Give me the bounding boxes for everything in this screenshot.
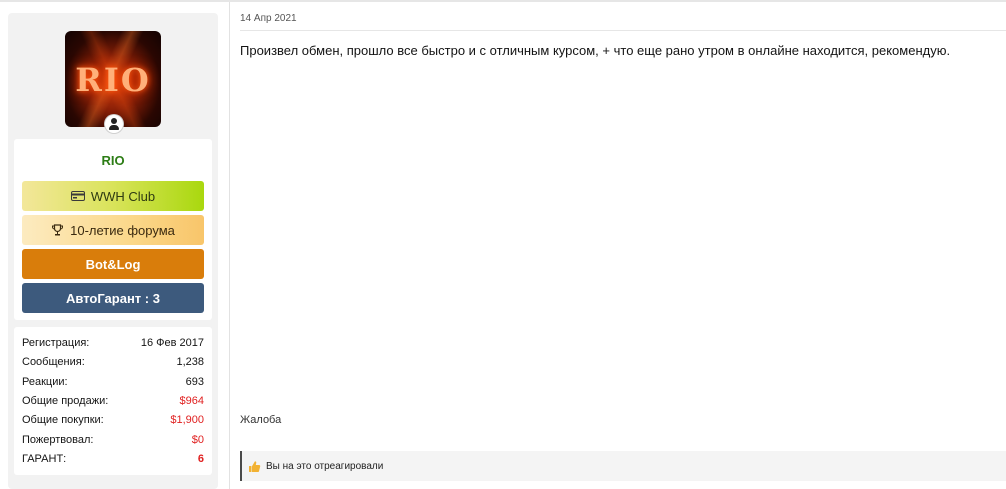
thumbs-up-icon (248, 460, 261, 473)
trophy-icon (51, 223, 64, 237)
stat-label: Регистрация: (22, 336, 90, 349)
avatar-logo: RIO (75, 61, 151, 99)
banner-label: Bot&Log (85, 256, 141, 272)
stat-value: 1,238 (176, 355, 204, 368)
avatar[interactable]: RIO (65, 31, 161, 127)
banner-label: 10-летие форума (70, 222, 175, 238)
stat-value: 16 Фев 2017 (140, 336, 204, 349)
banner-wwh-club: WWH Club (22, 181, 204, 211)
stat-value: $0 (191, 433, 204, 446)
stat-value: 693 (185, 375, 204, 388)
stat-total-sales: Общие продажи: $964 (22, 391, 204, 410)
reactions-text: Вы на это отреагировали (266, 460, 384, 472)
report-link[interactable]: Жалоба (240, 414, 281, 426)
column-divider (229, 2, 230, 489)
user-info-card: RIO WWH Club 10-летие форума Bot&Log Авт… (14, 139, 212, 320)
banner-botlog: Bot&Log (22, 249, 204, 279)
stat-label: Реакции: (22, 375, 68, 388)
banner-autogarant: АвтоГарант : 3 (22, 283, 204, 313)
top-divider (0, 0, 1006, 2)
banner-label: АвтоГарант : 3 (66, 290, 160, 306)
username-link[interactable]: RIO (14, 153, 212, 168)
stat-label: Сообщения: (22, 355, 85, 368)
user-sidebar: RIO RIO WWH Club 10-летие форума Bot&Log… (8, 13, 218, 489)
stat-registration: Регистрация: 16 Фев 2017 (22, 333, 204, 352)
post-body: Произвел обмен, прошло все быстро и с от… (240, 43, 951, 58)
card-icon (70, 191, 85, 201)
stat-total-purchases: Общие покупки: $1,900 (22, 410, 204, 429)
stat-label: Пожертвовал: (22, 433, 94, 446)
stat-value: $1,900 (170, 413, 204, 426)
banner-forum-anniversary: 10-летие форума (22, 215, 204, 245)
stat-donated: Пожертвовал: $0 (22, 430, 204, 449)
reactions-bar[interactable]: Вы на это отреагировали (240, 451, 1006, 481)
stat-value: $964 (179, 394, 204, 407)
stat-reactions: Реакции: 693 (22, 372, 204, 391)
stat-label: Общие покупки: (22, 413, 104, 426)
post-date[interactable]: 14 Апр 2021 (240, 13, 297, 24)
user-status-icon (105, 115, 123, 133)
stat-guarantor: ГАРАНТ: 6 (22, 449, 204, 468)
stat-label: Общие продажи: (22, 394, 109, 407)
banner-label: WWH Club (90, 188, 156, 204)
stat-messages: Сообщения: 1,238 (22, 352, 204, 371)
user-stats-card: Регистрация: 16 Фев 2017 Сообщения: 1,23… (14, 327, 212, 475)
post-header-divider (240, 30, 1006, 31)
stat-label: ГАРАНТ: (22, 452, 67, 465)
stat-value: 6 (197, 452, 204, 465)
